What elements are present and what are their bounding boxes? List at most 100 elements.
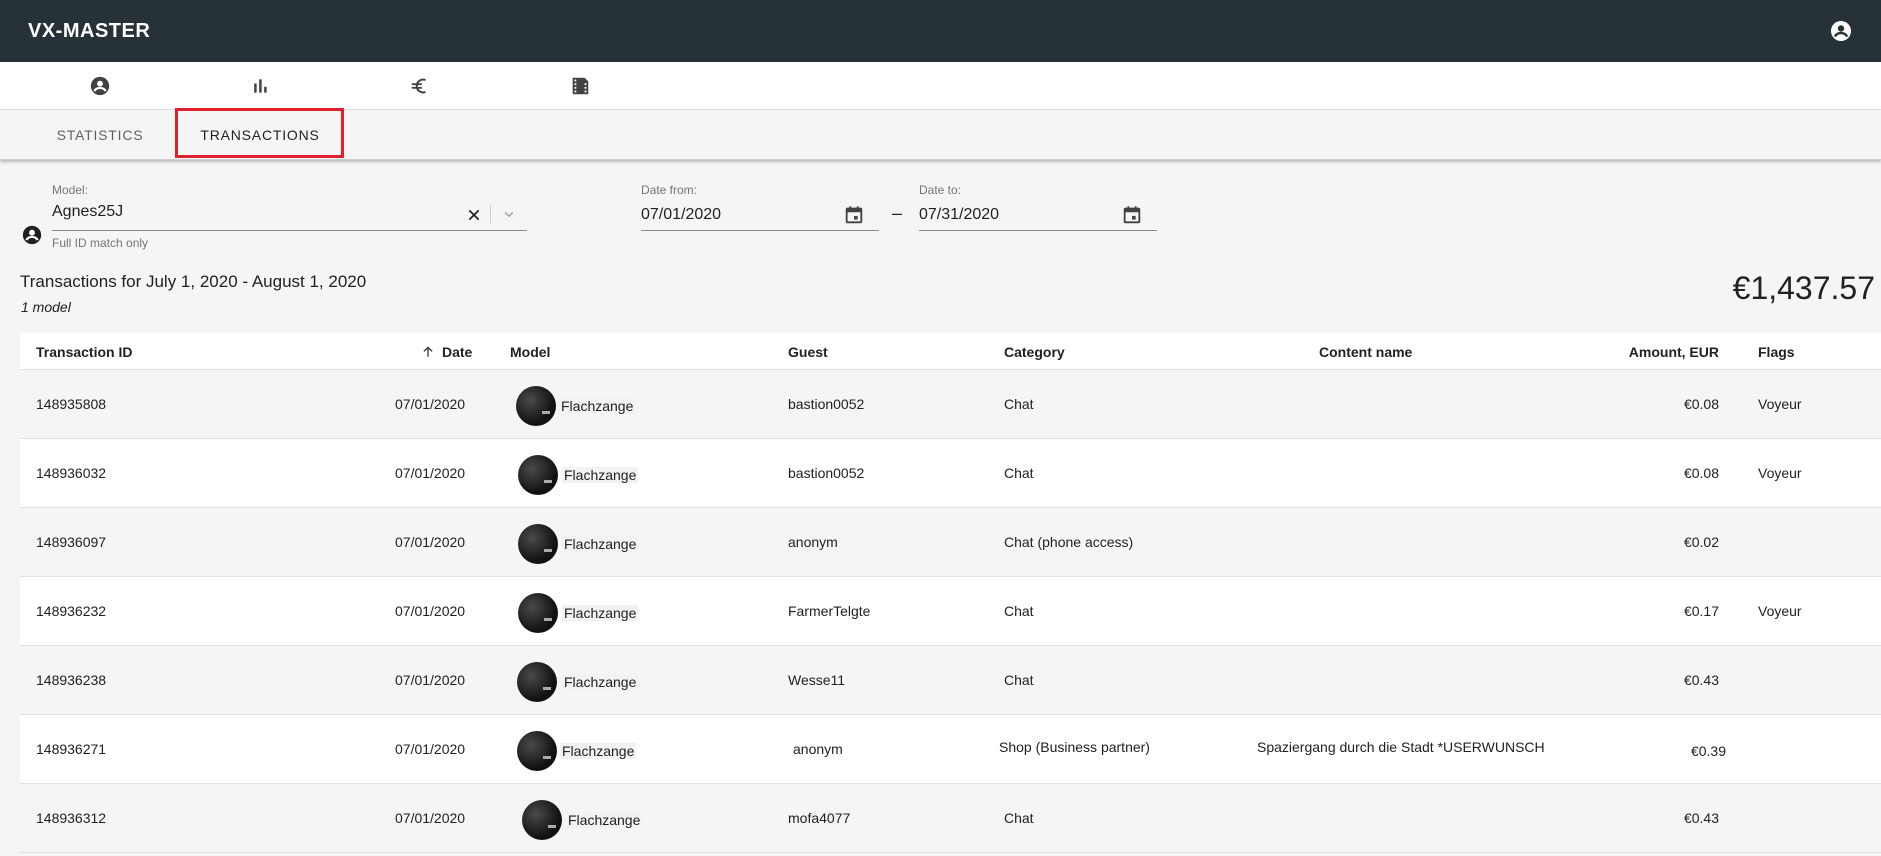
transaction-date: 07/01/2020 [395, 534, 466, 550]
total-amount: €1,437.57 [1732, 270, 1875, 306]
transaction-date: 07/01/2020 [395, 396, 466, 412]
model-avatar [518, 524, 558, 564]
flags: Voyeur [1758, 603, 1802, 619]
model-avatar [518, 455, 558, 495]
table-header: Transaction ID Date Model Guest Category… [20, 333, 1881, 370]
table-row[interactable]: 148936232 07/01/2020 Flachzange FarmerTe… [20, 577, 1881, 646]
model-name[interactable]: Flachzange [562, 467, 639, 483]
model-name[interactable]: Flachzange [562, 605, 639, 621]
field-divider [490, 205, 491, 223]
transaction-date: 07/01/2020 [395, 672, 466, 688]
column-header-amount[interactable]: Amount, EUR [1629, 344, 1719, 360]
nav-media-button[interactable] [568, 74, 592, 98]
table-row[interactable]: 148936238 07/01/2020 Flachzange Wesse11 … [20, 646, 1881, 715]
transaction-id: 148936232 [36, 603, 107, 619]
amount: €0.43 [1683, 672, 1719, 688]
transaction-id: 148935808 [36, 396, 107, 412]
column-header-flags[interactable]: Flags [1758, 344, 1795, 360]
model-field-label: Model: [52, 183, 89, 197]
transaction-date: 07/01/2020 [395, 603, 466, 619]
model-name[interactable]: Flachzange [562, 536, 639, 552]
date-from-label: Date from: [641, 183, 698, 197]
column-header-content-name[interactable]: Content name [1319, 344, 1412, 360]
guest-name: bastion0052 [788, 396, 865, 412]
summary-model-count: 1 model [21, 299, 71, 315]
transaction-id: 148936097 [36, 534, 107, 550]
guest-name: bastion0052 [788, 465, 865, 481]
app-bar: VX-MASTER [0, 0, 1881, 62]
date-to-input[interactable]: 07/31/2020 [919, 206, 999, 224]
euro-icon [411, 78, 426, 94]
table-row[interactable]: 148935808 07/01/2020 Flachzange bastion0… [20, 370, 1881, 439]
amount: €0.43 [1683, 810, 1719, 826]
nav-statistics-button[interactable] [248, 74, 272, 98]
date-to-underline [919, 230, 1157, 231]
tab-statistics[interactable]: STATISTICS [40, 110, 160, 160]
table-row[interactable]: 148936271 07/01/2020 Flachzange anonym S… [20, 715, 1881, 784]
transactions-table: Transaction ID Date Model Guest Category… [20, 333, 1881, 853]
model-name[interactable]: Flachzange [559, 398, 636, 414]
content-name: Spaziergang durch die Stadt *USERWUNSCH [1257, 739, 1545, 755]
guest-name: Wesse11 [788, 672, 846, 688]
account-circle-icon[interactable] [1829, 19, 1853, 43]
date-range-separator: – [892, 203, 903, 223]
person-icon [22, 225, 42, 245]
model-name[interactable]: Flachzange [560, 743, 637, 759]
date-from-input[interactable]: 07/01/2020 [641, 206, 721, 224]
model-name[interactable]: Flachzange [566, 812, 643, 828]
category: Chat [1004, 672, 1034, 688]
model-avatar [517, 731, 557, 771]
bar-chart-icon [254, 79, 267, 93]
calendar-icon[interactable] [1121, 204, 1143, 226]
column-header-transaction-id[interactable]: Transaction ID [36, 344, 132, 360]
model-avatar [517, 662, 557, 702]
model-name[interactable]: Flachzange [562, 674, 639, 690]
category: Chat [1004, 396, 1034, 412]
transaction-id: 148936032 [36, 465, 107, 481]
column-header-category[interactable]: Category [1004, 344, 1065, 360]
amount: €0.02 [1683, 534, 1719, 550]
nav-account-button[interactable] [88, 74, 112, 98]
category: Chat [1004, 603, 1034, 619]
amount: €0.39 [1690, 743, 1726, 759]
amount: €0.08 [1683, 396, 1719, 412]
column-header-date[interactable]: Date [442, 344, 472, 360]
transaction-date: 07/01/2020 [395, 465, 466, 481]
category: Chat [1004, 810, 1034, 826]
flags: Voyeur [1758, 396, 1802, 412]
date-to-label: Date to: [919, 183, 962, 197]
close-icon[interactable] [466, 207, 482, 223]
guest-name: anonym [788, 534, 838, 550]
category: Shop (Business partner) [999, 739, 1150, 755]
table-row[interactable]: 148936097 07/01/2020 Flachzange anonym C… [20, 508, 1881, 577]
app-title: VX-MASTER [28, 19, 151, 42]
transaction-id: 148936271 [36, 741, 107, 757]
film-icon [572, 77, 589, 95]
table-row[interactable]: 148936312 07/01/2020 Flachzange mofa4077… [20, 784, 1881, 853]
model-field-underline [52, 230, 527, 231]
amount: €0.08 [1683, 465, 1719, 481]
model-input[interactable]: Agnes25J [52, 203, 123, 221]
amount: €0.17 [1683, 603, 1719, 619]
model-avatar [516, 386, 556, 426]
table-row[interactable]: 148936032 07/01/2020 Flachzange bastion0… [20, 439, 1881, 508]
model-field-hint: Full ID match only [52, 236, 149, 250]
calendar-icon[interactable] [843, 204, 865, 226]
guest-name: mofa4077 [788, 810, 851, 826]
column-header-guest[interactable]: Guest [788, 344, 828, 360]
transaction-date: 07/01/2020 [395, 741, 466, 757]
guest-name: FarmerTelgte [788, 603, 871, 619]
date-from-underline [641, 230, 879, 231]
arrow-up-icon[interactable] [421, 345, 435, 359]
column-header-model[interactable]: Model [510, 344, 550, 360]
model-avatar [522, 800, 562, 840]
transaction-id: 148936312 [36, 810, 107, 826]
account-circle-icon [90, 76, 110, 96]
flags: Voyeur [1758, 465, 1802, 481]
model-avatar [518, 593, 558, 633]
tab-transactions[interactable]: TRANSACTIONS [178, 110, 342, 160]
category: Chat [1004, 465, 1034, 481]
nav-finance-button[interactable] [408, 74, 432, 98]
transaction-date: 07/01/2020 [395, 810, 466, 826]
chevron-down-icon[interactable] [500, 205, 518, 223]
